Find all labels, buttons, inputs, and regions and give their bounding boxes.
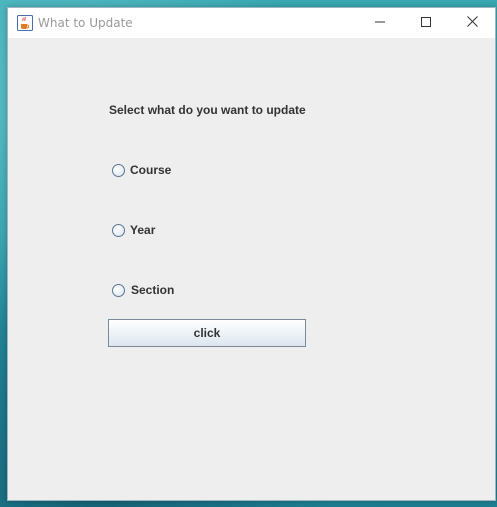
year-radio-button[interactable] (112, 223, 125, 237)
maximize-button[interactable] (403, 8, 449, 38)
radio-option-course[interactable]: Course (112, 162, 171, 178)
year-radio-label[interactable]: Year (130, 223, 155, 237)
java-cup-icon (17, 15, 33, 31)
close-button[interactable] (449, 8, 495, 38)
application-window: What to Update Select what do you want t… (7, 7, 496, 501)
section-radio-button[interactable] (112, 283, 125, 297)
window-title: What to Update (38, 16, 133, 30)
section-radio-label[interactable]: Section (131, 283, 174, 297)
course-radio-label[interactable]: Course (130, 163, 171, 177)
click-button[interactable]: click (108, 319, 306, 347)
title-bar[interactable]: What to Update (8, 8, 495, 38)
minimize-icon (375, 14, 385, 32)
minimize-button[interactable] (357, 8, 403, 38)
radio-option-section[interactable]: Section (112, 282, 174, 298)
radio-option-year[interactable]: Year (112, 222, 155, 238)
update-prompt-label: Select what do you want to update (109, 103, 306, 117)
course-radio-button[interactable] (112, 163, 125, 177)
window-content: Select what do you want to update Course… (8, 38, 495, 500)
close-icon (466, 14, 478, 32)
maximize-icon (421, 14, 431, 32)
